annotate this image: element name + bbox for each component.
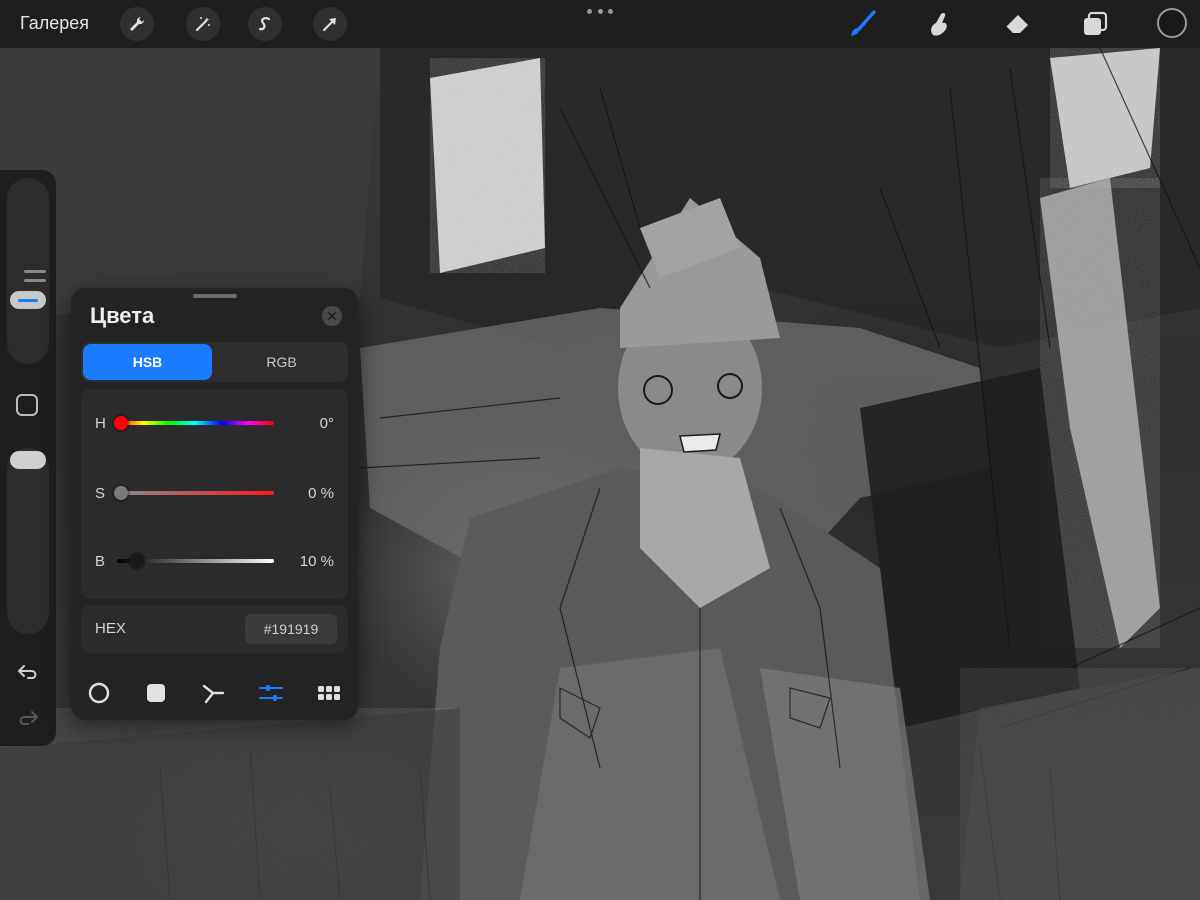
undo-arrow-icon [18,665,37,679]
value-sliders-icon [259,685,283,701]
brush-tool-button[interactable] [846,8,878,40]
disc-icon [88,682,110,704]
undo-button[interactable] [14,660,42,684]
mode-tab-rgb[interactable]: RGB [217,344,346,380]
eraser-icon [1005,15,1028,34]
slider-row-saturation: S 0 % [81,473,348,513]
brush-icon [851,10,876,36]
slider-value: 10 % [299,553,334,570]
close-icon [328,312,336,320]
redo-button[interactable] [14,706,42,730]
procreate-app: Галерея Цвета HSB RGB H 0° S 0 % B 10 % … [0,0,1200,900]
brush-opacity-thumb[interactable] [10,451,46,469]
layers-icon [1084,11,1108,35]
color-mode-tabbar [71,676,358,710]
palette-grid-icon [318,686,340,700]
smudge-icon [931,12,947,36]
hue-slider-thumb[interactable] [114,416,128,430]
slider-label: S [95,485,106,502]
layers-button[interactable] [1079,8,1111,40]
selection-button[interactable] [248,7,282,41]
top-toolbar: Галерея [0,0,1200,48]
brush-size-thumb[interactable] [10,291,46,309]
modify-button[interactable] [16,394,38,416]
eraser-tool-button[interactable] [1001,8,1033,40]
mode-tab-hsb[interactable]: HSB [83,344,212,380]
selection-s-icon [258,17,271,31]
magic-wand-icon [195,17,210,32]
slider-value: 0 % [308,485,334,502]
gallery-button[interactable]: Галерея [20,13,89,34]
tab-value[interactable] [257,680,285,706]
colors-panel: Цвета HSB RGB H 0° S 0 % B 10 % HEX #191… [71,288,358,720]
tab-palettes[interactable] [315,680,343,706]
tab-harmony[interactable] [199,680,227,706]
hex-row: HEX #191919 [81,605,348,653]
slider-row-brightness: B 10 % [81,541,348,581]
hex-input[interactable]: #191919 [245,614,337,644]
slider-row-hue: H 0° [81,403,348,443]
brightness-slider-thumb[interactable] [129,554,144,568]
slider-value: 0° [319,415,334,432]
color-mode-segmented-control: HSB RGB [81,342,348,382]
hue-slider-track[interactable] [117,421,274,425]
panel-title: Цвета [90,303,155,328]
brush-size-slider[interactable] [7,178,49,364]
smudge-tool-button[interactable] [923,8,955,40]
size-indicator-lines [24,270,46,288]
tab-classic[interactable] [142,680,170,706]
left-sidebar [0,170,56,746]
square-icon [147,684,165,702]
harmony-icon [202,684,225,704]
wrench-icon [130,16,145,31]
panel-grabber-handle[interactable] [193,294,237,298]
more-options-dots[interactable] [587,4,613,18]
brush-opacity-slider[interactable] [7,448,49,634]
dot-icon [587,8,592,14]
adjustments-button[interactable] [186,7,220,41]
slider-label: B [95,553,106,570]
saturation-slider-track[interactable] [117,491,274,495]
redo-arrow-icon [19,711,38,725]
dot-icon [608,8,613,14]
current-color-swatch[interactable] [1157,8,1187,38]
saturation-slider-thumb[interactable] [114,486,128,500]
slider-label: H [95,415,106,432]
actions-wrench-button[interactable] [120,7,154,41]
close-button[interactable] [322,306,342,326]
hex-label: HEX [95,620,126,637]
tab-disc[interactable] [85,680,113,706]
transform-arrow-icon [322,18,336,32]
hsb-sliders: H 0° S 0 % B 10 % [81,389,348,599]
transform-button[interactable] [313,7,347,41]
dot-icon [597,8,603,14]
